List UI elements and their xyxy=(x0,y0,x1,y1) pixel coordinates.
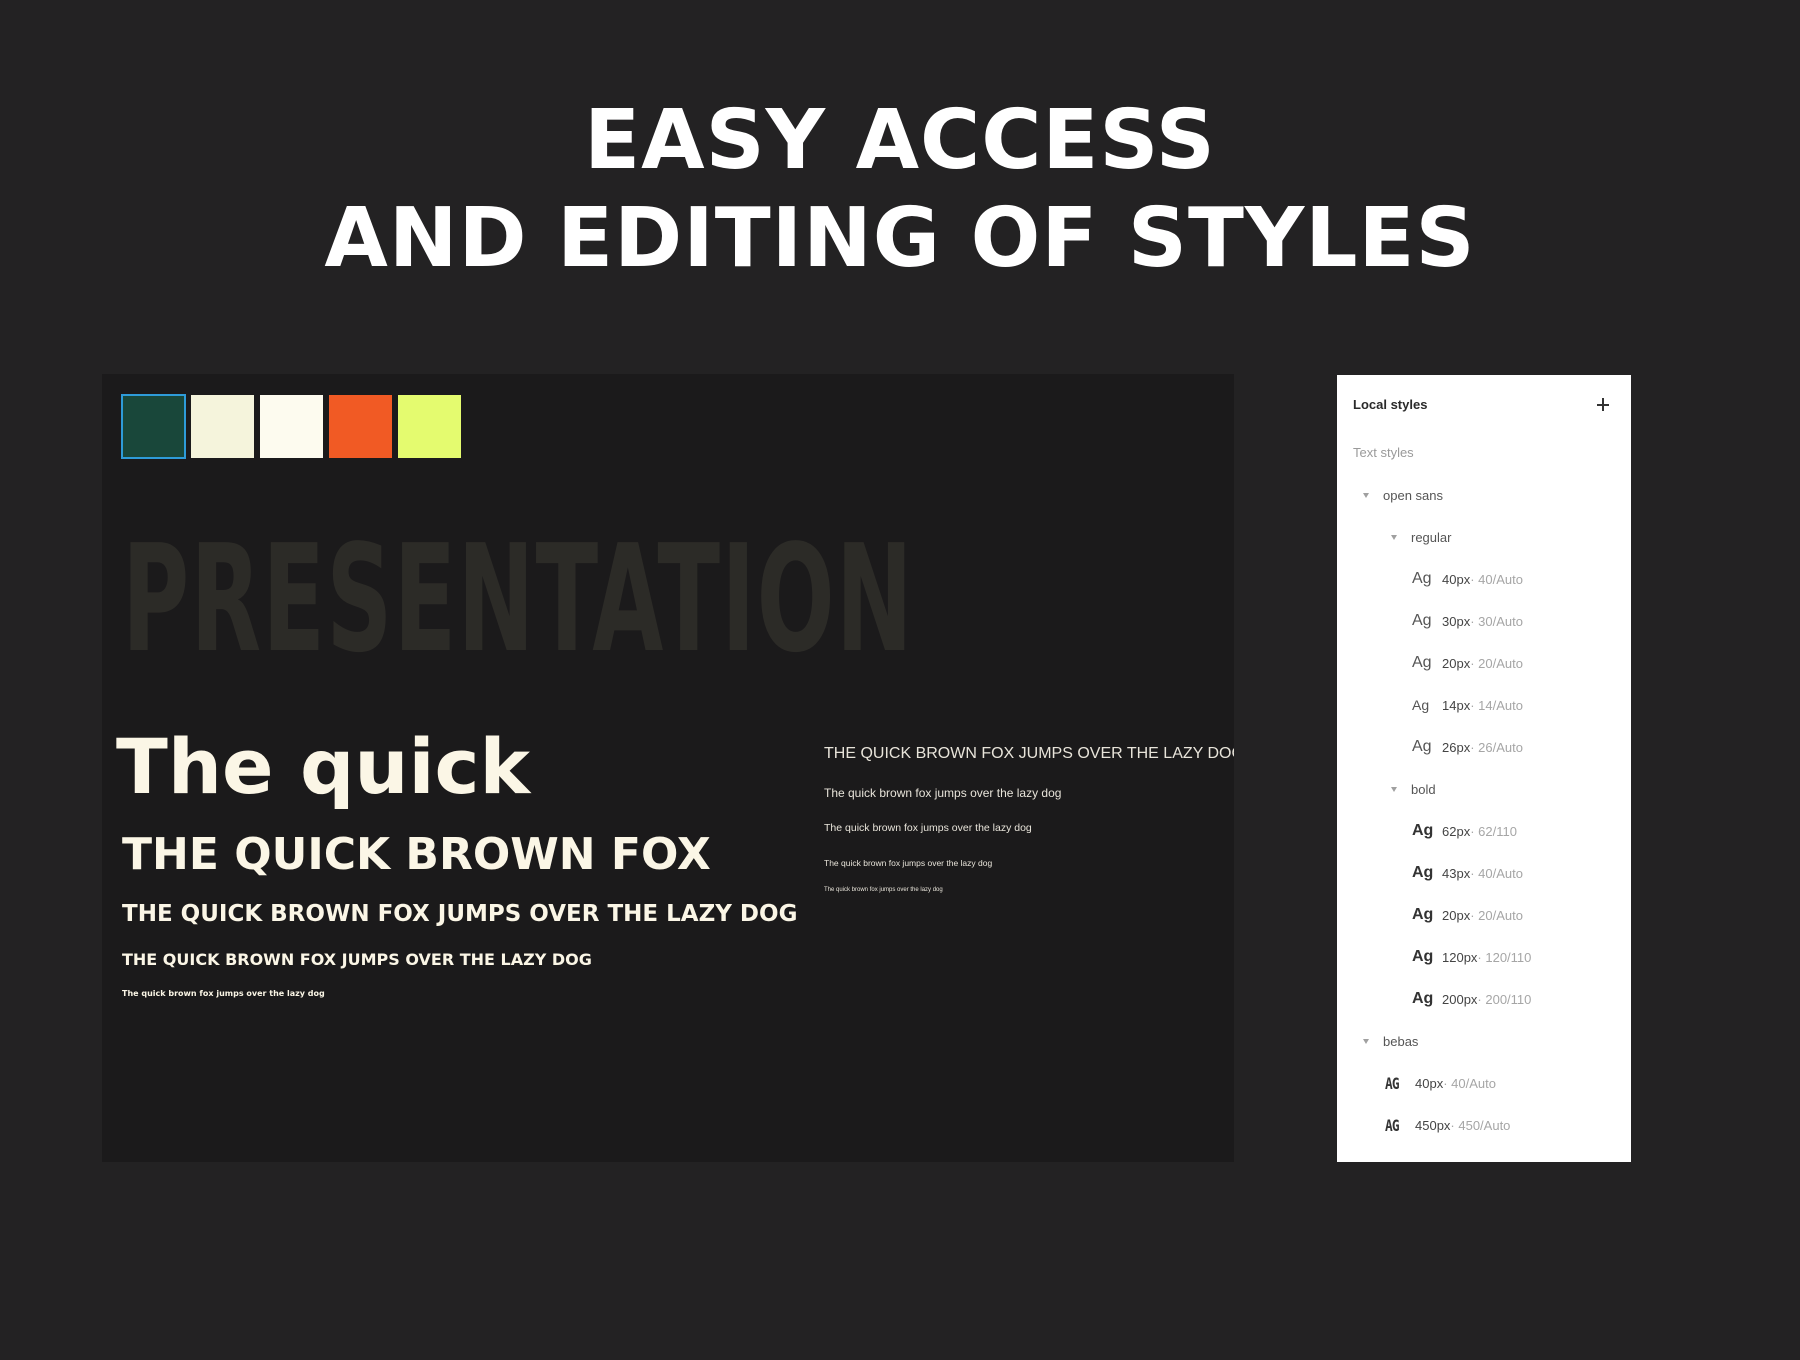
design-canvas[interactable]: PRESENTATION The quick THE QUICK BROWN F… xyxy=(102,374,1234,1162)
style-item[interactable]: Ag 20px · 20/Auto xyxy=(1412,651,1523,675)
text-style-icon: Ag xyxy=(1412,738,1432,755)
group-toggle-open-sans[interactable]: open sans xyxy=(1363,483,1443,507)
color-swatch[interactable] xyxy=(121,394,186,459)
style-meta: · 120/110 xyxy=(1477,949,1532,965)
sample-text-regular-26[interactable]: The quick brown fox jumps over the lazy … xyxy=(824,822,1032,834)
sample-text-regular-30[interactable]: The quick brown fox jumps over the lazy … xyxy=(824,786,1061,800)
style-item[interactable]: Ag 26px · 26/Auto xyxy=(1412,735,1523,759)
text-style-icon: AG xyxy=(1385,1073,1400,1093)
color-swatch[interactable] xyxy=(260,395,323,458)
style-size: 20px xyxy=(1442,655,1471,671)
style-meta: · 62/110 xyxy=(1470,823,1517,839)
style-size: 30px xyxy=(1442,613,1471,629)
style-meta: · 30/Auto xyxy=(1470,613,1523,629)
style-item[interactable]: Ag 14px · 14/Auto xyxy=(1412,693,1523,717)
style-meta: · 14/Auto xyxy=(1470,697,1523,713)
style-meta: · 200/110 xyxy=(1477,991,1532,1007)
hero-line-1: EASY ACCESS xyxy=(584,93,1216,188)
group-toggle-bebas[interactable]: bebas xyxy=(1363,1029,1418,1053)
panel-title: Local styles xyxy=(1353,397,1428,412)
text-style-icon: Ag xyxy=(1412,990,1434,1007)
style-meta: · 20/Auto xyxy=(1470,655,1523,671)
color-swatch[interactable] xyxy=(191,395,254,458)
sample-text-caption[interactable]: THE QUICK BROWN FOX JUMPS OVER THE LAZY … xyxy=(122,950,592,970)
text-style-icon: Ag xyxy=(1412,906,1434,923)
text-style-icon: Ag xyxy=(1412,948,1434,965)
style-item[interactable]: Ag 30px · 30/Auto xyxy=(1412,609,1523,633)
sample-text-title[interactable]: THE QUICK BROWN FOX xyxy=(122,830,711,880)
style-meta: · 450/Auto xyxy=(1450,1117,1511,1133)
style-size: 450px xyxy=(1415,1117,1451,1133)
style-meta: · 40/Auto xyxy=(1443,1075,1496,1091)
color-swatch[interactable] xyxy=(329,395,392,458)
style-size: 14px xyxy=(1442,697,1471,713)
sample-text-regular-40[interactable]: THE QUICK BROWN FOX JUMPS OVER THE LAZY … xyxy=(824,745,1234,763)
presentation-display-text[interactable]: PRESENTATION xyxy=(122,524,914,674)
color-swatch[interactable] xyxy=(398,395,461,458)
text-style-icon: Ag xyxy=(1412,612,1432,629)
style-meta: · 40/Auto xyxy=(1470,571,1523,587)
sample-text-regular-14[interactable]: The quick brown fox jumps over the lazy … xyxy=(824,887,943,893)
caret-down-icon xyxy=(1391,786,1397,792)
style-item[interactable]: Ag 20px · 20/Auto xyxy=(1412,903,1523,927)
text-style-icon: Ag xyxy=(1412,864,1434,881)
group-label: open sans xyxy=(1383,487,1443,503)
style-item[interactable]: AG 40px · 40/Auto xyxy=(1385,1071,1496,1095)
style-size: 120px xyxy=(1442,949,1478,965)
text-style-icon: Ag xyxy=(1412,697,1430,713)
style-size: 40px xyxy=(1415,1075,1444,1091)
sample-text-heading[interactable]: The quick xyxy=(116,722,530,812)
style-meta: · 20/Auto xyxy=(1470,907,1523,923)
panel-header: Local styles xyxy=(1353,395,1615,419)
text-style-icon: Ag xyxy=(1412,570,1432,587)
text-styles-label: Text styles xyxy=(1353,445,1414,460)
local-styles-panel: Local styles Text styles open sans regul… xyxy=(1337,375,1631,1162)
style-size: 40px xyxy=(1442,571,1471,587)
style-size: 62px xyxy=(1442,823,1471,839)
caret-down-icon xyxy=(1363,1038,1369,1044)
color-swatches xyxy=(121,394,461,459)
text-style-icon: Ag xyxy=(1412,822,1434,839)
add-style-icon[interactable] xyxy=(1591,393,1615,417)
sample-text-regular-20[interactable]: The quick brown fox jumps over the lazy … xyxy=(824,858,992,868)
style-item[interactable]: Ag 62px · 62/110 xyxy=(1412,819,1517,843)
subgroup-label: bold xyxy=(1411,781,1436,797)
style-meta: · 26/Auto xyxy=(1470,739,1523,755)
subgroup-toggle-bold[interactable]: bold xyxy=(1391,777,1436,801)
style-size: 43px xyxy=(1442,865,1471,881)
caret-down-icon xyxy=(1363,492,1369,498)
style-size: 200px xyxy=(1442,991,1478,1007)
text-style-icon: AG xyxy=(1385,1115,1400,1135)
style-item[interactable]: Ag 43px · 40/Auto xyxy=(1412,861,1523,885)
style-item[interactable]: Ag 120px · 120/110 xyxy=(1412,945,1531,969)
hero-line-2: AND EDITING OF STYLES xyxy=(324,191,1476,286)
subgroup-label: regular xyxy=(1411,529,1452,545)
style-size: 20px xyxy=(1442,907,1471,923)
caret-down-icon xyxy=(1391,534,1397,540)
sample-text-subtitle[interactable]: THE QUICK BROWN FOX JUMPS OVER THE LAZY … xyxy=(122,899,797,929)
text-style-icon: Ag xyxy=(1412,654,1432,671)
style-item[interactable]: AG 450px · 450/Auto xyxy=(1385,1113,1510,1137)
sample-text-small[interactable]: The quick brown fox jumps over the lazy … xyxy=(122,989,325,999)
style-size: 26px xyxy=(1442,739,1471,755)
style-item[interactable]: Ag 200px · 200/110 xyxy=(1412,987,1531,1011)
style-item[interactable]: Ag 40px · 40/Auto xyxy=(1412,567,1523,591)
group-label: bebas xyxy=(1383,1033,1419,1049)
style-meta: · 40/Auto xyxy=(1470,865,1523,881)
subgroup-toggle-regular[interactable]: regular xyxy=(1391,525,1451,549)
hero-heading: EASY ACCESS AND EDITING OF STYLES xyxy=(0,92,1800,288)
